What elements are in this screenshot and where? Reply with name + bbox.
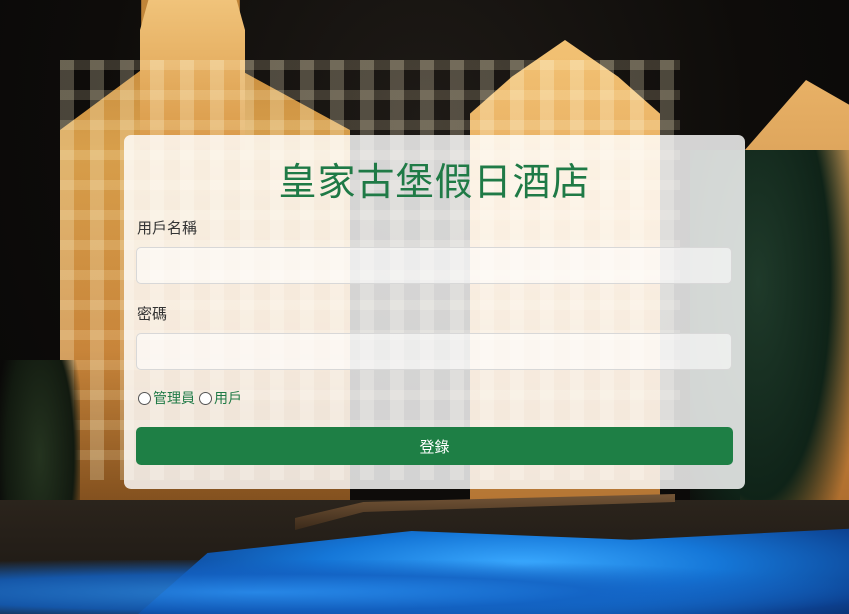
role-label-user: 用戶 (214, 391, 242, 407)
swimming-pool-front (0, 560, 849, 614)
username-label: 用戶名稱 (137, 219, 198, 237)
password-input[interactable] (136, 333, 732, 370)
login-card: 皇家古堡假日酒店 用戶名稱 密碼 管理員 用戶 登錄 (124, 135, 745, 489)
role-radio-admin[interactable]: 管理員 (138, 388, 195, 408)
login-button[interactable]: 登錄 (136, 427, 733, 465)
password-label: 密碼 (137, 305, 168, 323)
page-title: 皇家古堡假日酒店 (278, 160, 591, 204)
username-input[interactable] (136, 247, 732, 284)
radio-circle-icon[interactable] (138, 391, 151, 405)
role-label-admin: 管理員 (153, 391, 195, 407)
radio-circle-icon[interactable] (199, 391, 212, 405)
role-selector: 管理員 用戶 (138, 388, 246, 408)
role-radio-user[interactable]: 用戶 (199, 388, 242, 408)
